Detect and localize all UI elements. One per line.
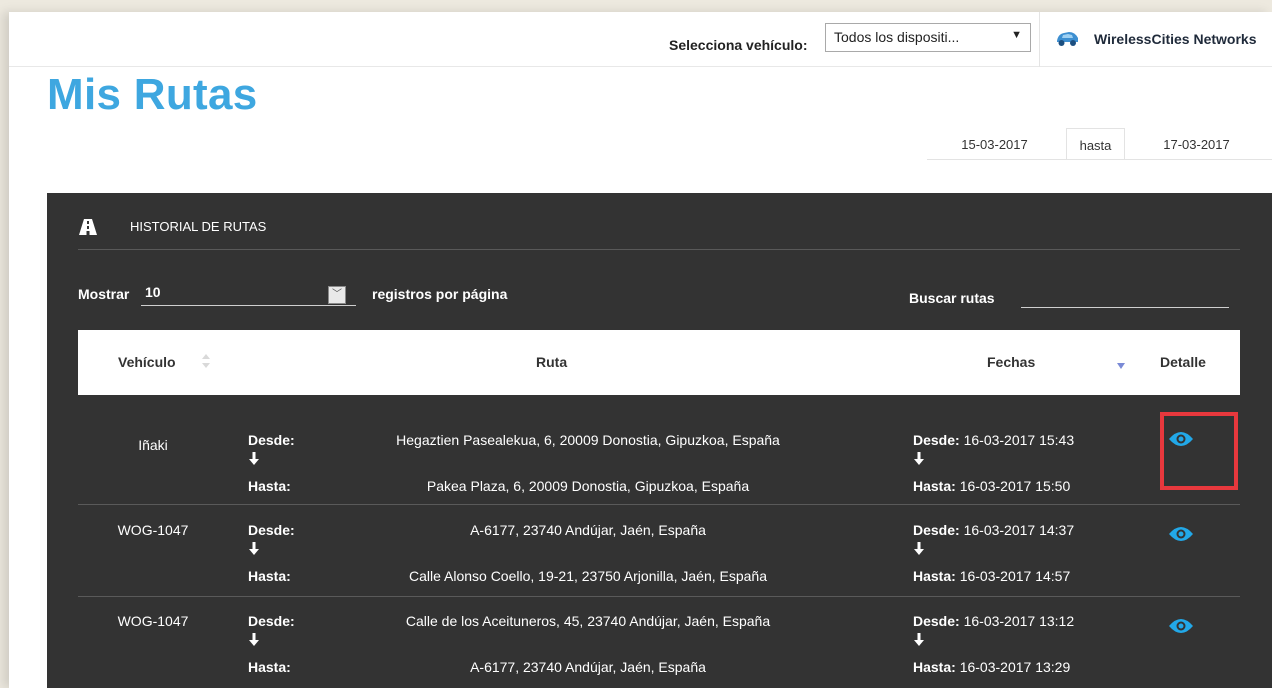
from-label: Desde: <box>248 432 295 448</box>
row-to-date: Hasta: 16-03-2017 15:50 <box>913 478 1070 494</box>
arrow-down-icon <box>914 542 924 555</box>
row-from-date: Desde: 16-03-2017 14:37 <box>913 522 1074 538</box>
row-from-address: Hegaztien Pasealekua, 6, 20009 Donostia,… <box>396 432 780 448</box>
show-entries-label: Mostrar <box>78 286 130 302</box>
row-vehicle: Iñaki <box>138 437 168 453</box>
panel-divider <box>78 249 1240 250</box>
to-date-label: Hasta: <box>913 659 956 675</box>
row-vehicle: WOG-1047 <box>117 522 189 538</box>
row-from-date: Desde: 16-03-2017 15:43 <box>913 432 1074 448</box>
row-vehicle: WOG-1047 <box>117 613 189 629</box>
to-label: Hasta: <box>248 659 291 675</box>
arrow-down-icon <box>914 452 924 465</box>
column-header-dates[interactable]: Fechas <box>987 354 1035 370</box>
chevron-down-icon[interactable]: ﹀ <box>328 286 346 304</box>
road-icon <box>79 219 97 235</box>
vehicle-select-label: Selecciona vehículo: <box>669 37 808 53</box>
vehicle-select-value: Todos los dispositi... <box>834 29 960 45</box>
date-from-input[interactable]: 15-03-2017 <box>927 128 1062 160</box>
row-from-address: Calle de los Aceituneros, 45, 23740 Andú… <box>405 613 771 629</box>
to-date-label: Hasta: <box>913 568 956 584</box>
row-to-date: Hasta: 16-03-2017 14:57 <box>913 568 1070 584</box>
arrow-down-icon <box>249 633 259 646</box>
row-to-address: Pakea Plaza, 6, 20009 Donostia, Gipuzkoa… <box>426 478 750 494</box>
vehicle-select[interactable]: Todos los dispositi... ▼ <box>825 23 1031 52</box>
top-bar: Selecciona vehículo: Todos los dispositi… <box>9 12 1272 67</box>
topbar-divider <box>1039 12 1040 67</box>
from-label: Desde: <box>248 613 295 629</box>
table-header: Vehículo Ruta Fechas Detalle <box>78 330 1240 395</box>
entries-per-page-select[interactable]: 10 <box>141 284 356 306</box>
panel-title: HISTORIAL DE RUTAS <box>130 219 267 234</box>
to-label: Hasta: <box>248 478 291 494</box>
to-label: Hasta: <box>248 568 291 584</box>
from-label: Desde: <box>248 522 295 538</box>
company-name[interactable]: WirelessCities Networks <box>1094 31 1257 47</box>
page: Selecciona vehículo: Todos los dispositi… <box>9 12 1272 688</box>
from-date-value: 16-03-2017 13:12 <box>963 613 1075 629</box>
column-header-detail: Detalle <box>1160 354 1206 370</box>
column-header-route: Ruta <box>536 354 568 370</box>
from-date-value: 16-03-2017 15:43 <box>963 432 1075 448</box>
sort-desc-icon[interactable] <box>1116 362 1126 370</box>
arrow-down-icon <box>249 542 259 555</box>
eye-icon[interactable] <box>1168 617 1194 635</box>
from-date-label: Desde: <box>913 432 960 448</box>
row-from-date: Desde: 16-03-2017 13:12 <box>913 613 1074 629</box>
route-history-panel: HISTORIAL DE RUTAS Mostrar 10 ﹀ registro… <box>47 193 1272 688</box>
from-date-value: 16-03-2017 14:37 <box>963 522 1075 538</box>
entries-per-page-value: 10 <box>145 284 161 300</box>
table-row: WOG-1047 Desde: Hasta: A-6177, 23740 And… <box>78 505 1240 597</box>
eye-icon[interactable] <box>1168 525 1194 543</box>
table-row: Iñaki Desde: Hasta: Hegaztien Pasealekua… <box>78 395 1240 505</box>
date-to-input[interactable]: 17-03-2017 <box>1129 128 1264 160</box>
sort-icon[interactable] <box>201 352 211 370</box>
date-range: 15-03-2017 hasta 17-03-2017 <box>927 128 1272 160</box>
page-title: Mis Rutas <box>47 70 258 119</box>
to-date-value: 16-03-2017 15:50 <box>959 478 1071 494</box>
from-date-label: Desde: <box>913 613 960 629</box>
table-row: WOG-1047 Desde: Hasta: Calle de los Acei… <box>78 597 1240 688</box>
arrow-down-icon <box>914 633 924 646</box>
to-date-label: Hasta: <box>913 478 956 494</box>
date-range-separator: hasta <box>1066 128 1125 160</box>
row-to-address: Calle Alonso Coello, 19-21, 23750 Arjoni… <box>408 568 768 584</box>
search-routes-input[interactable] <box>1021 282 1229 308</box>
row-to-address: A-6177, 23740 Andújar, Jaén, España <box>470 659 706 675</box>
from-date-label: Desde: <box>913 522 960 538</box>
row-from-address: A-6177, 23740 Andújar, Jaén, España <box>470 522 706 538</box>
car-icon <box>1057 32 1078 46</box>
highlight-box <box>1160 412 1238 490</box>
arrow-down-icon <box>249 452 259 465</box>
per-page-label: registros por página <box>372 286 508 302</box>
to-date-value: 16-03-2017 13:29 <box>959 659 1071 675</box>
column-header-vehicle[interactable]: Vehículo <box>118 354 176 370</box>
search-routes-label: Buscar rutas <box>909 290 995 306</box>
row-to-date: Hasta: 16-03-2017 13:29 <box>913 659 1070 675</box>
caret-down-icon: ▼ <box>1011 29 1022 41</box>
to-date-value: 16-03-2017 14:57 <box>959 568 1071 584</box>
